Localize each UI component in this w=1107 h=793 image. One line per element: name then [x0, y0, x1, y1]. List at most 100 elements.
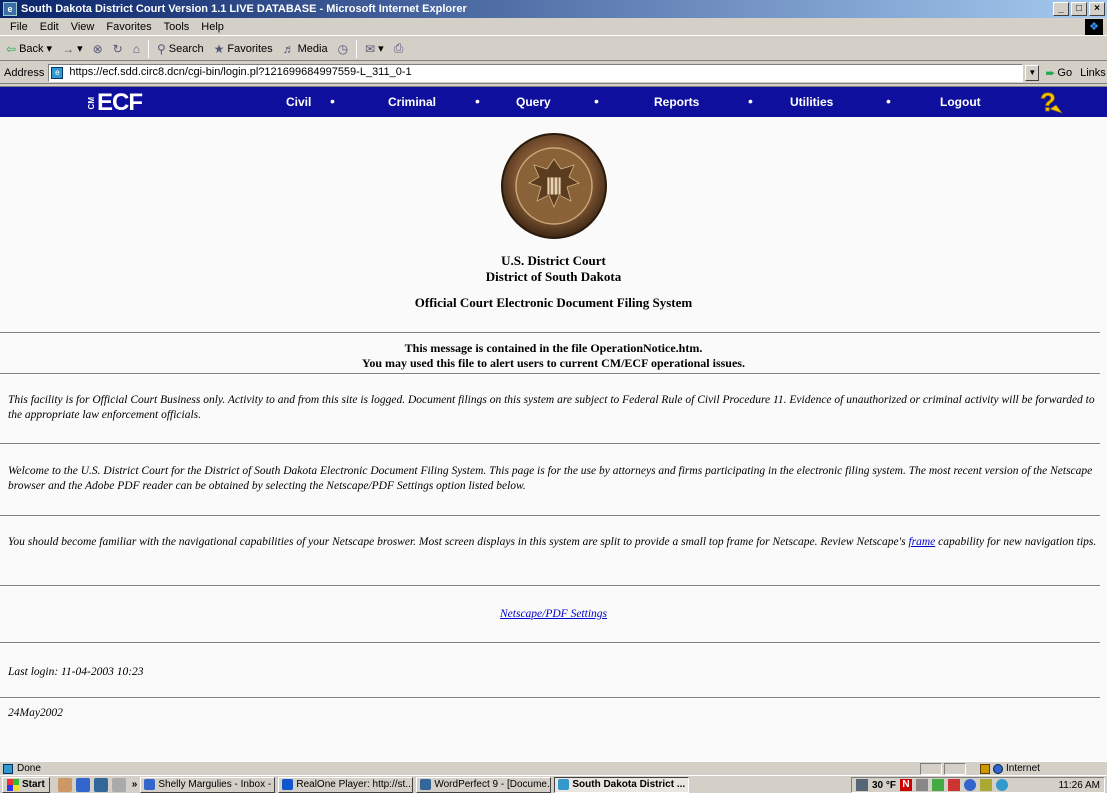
- close-button[interactable]: ×: [1089, 2, 1105, 16]
- folder-quicklaunch-icon[interactable]: [111, 777, 126, 792]
- show-desktop-icon[interactable]: [57, 777, 72, 792]
- browser-viewport: CM ECF Civil • Criminal • Query • Report…: [0, 86, 1107, 761]
- nav-civil[interactable]: Civil: [286, 95, 311, 109]
- taskbar-button-realone[interactable]: RealOne Player: http://st...: [278, 776, 414, 793]
- maximize-button[interactable]: □: [1071, 2, 1087, 16]
- taskbar-button-inbox[interactable]: Shelly Margulies - Inbox - ...: [140, 776, 276, 793]
- taskbar-button-wordperfect[interactable]: WordPerfect 9 - [Docume...: [416, 776, 552, 793]
- menu-edit[interactable]: Edit: [34, 21, 65, 33]
- menu-favorites[interactable]: Favorites: [100, 21, 157, 33]
- logo-ecf: ECF: [97, 89, 143, 116]
- stop-button[interactable]: ⊗: [91, 42, 105, 56]
- frame-link[interactable]: frame: [908, 536, 935, 548]
- mail-icon: ✉: [365, 41, 376, 56]
- divider: [0, 642, 1100, 644]
- home-icon: ⌂: [132, 41, 140, 56]
- title-bar: e South Dakota District Court Version 1.…: [0, 0, 1107, 18]
- print-button[interactable]: ⎙: [392, 41, 406, 56]
- toolbar-separator: [356, 39, 358, 58]
- tray-app-icon[interactable]: [980, 779, 993, 791]
- browser-window: e South Dakota District Court Version 1.…: [0, 0, 1107, 793]
- menu-file[interactable]: File: [4, 21, 34, 33]
- media-button[interactable]: ♬ Media: [281, 42, 330, 56]
- ie-app-icon: e: [3, 2, 17, 16]
- realplayer-tray-icon[interactable]: [964, 779, 977, 791]
- weather-icon[interactable]: [856, 779, 868, 791]
- network-icon[interactable]: [932, 779, 945, 791]
- back-button[interactable]: ⇦ Back ▾: [4, 42, 54, 56]
- address-dropdown-button[interactable]: ▼: [1025, 64, 1040, 81]
- back-arrow-icon: ⇦: [6, 41, 17, 56]
- temperature: 30 °F: [872, 779, 897, 791]
- history-button[interactable]: ◷: [336, 42, 350, 56]
- ie-page-icon: [558, 779, 570, 790]
- links-button[interactable]: Links: [1080, 67, 1106, 79]
- zone-label: Internet: [1006, 763, 1040, 774]
- facility-notice: This facility is for Official Court Busi…: [8, 394, 1095, 421]
- nav-separator-dot: •: [748, 93, 753, 109]
- media-icon: ♬: [282, 41, 295, 56]
- nav-separator-dot: •: [594, 93, 599, 109]
- logo-cm: CM: [87, 96, 96, 110]
- clock[interactable]: 11:26 AM: [1058, 780, 1104, 791]
- security-zone: Internet: [980, 763, 1040, 774]
- nav-reports[interactable]: Reports: [654, 95, 699, 109]
- status-panel: [944, 763, 966, 775]
- ie-quicklaunch-icon[interactable]: [75, 777, 90, 792]
- history-icon: ◷: [337, 41, 349, 56]
- address-input[interactable]: https://ecf.sdd.circ8.dcn/cgi-bin/login.…: [48, 63, 1024, 82]
- favorites-icon: ★: [213, 41, 225, 56]
- nav-criminal[interactable]: Criminal: [388, 95, 436, 109]
- refresh-icon: ↻: [112, 41, 123, 56]
- court-seal-image: [501, 133, 607, 239]
- refresh-button[interactable]: ↻: [111, 42, 125, 56]
- menu-help[interactable]: Help: [195, 21, 230, 33]
- windows-logo-icon: [7, 778, 19, 791]
- home-button[interactable]: ⌂: [131, 42, 142, 56]
- notice-line-2: You may used this file to alert users to…: [362, 356, 745, 370]
- search-icon: ⚲: [156, 41, 166, 56]
- stop-icon: ⊗: [92, 41, 103, 56]
- last-login: Last login: 11-04-2003 10:23: [8, 666, 144, 678]
- window-title: South Dakota District Court Version 1.1 …: [21, 3, 467, 15]
- netscape-pdf-settings-link[interactable]: Netscape/PDF Settings: [500, 608, 607, 620]
- toolbar-separator: [147, 39, 149, 58]
- mail-button[interactable]: ✉ ▾: [363, 42, 386, 56]
- dropdown-icon: ▾: [378, 43, 384, 55]
- page-done-icon: [3, 763, 13, 774]
- dropdown-icon: ▾: [46, 43, 53, 55]
- nav-query[interactable]: Query: [516, 95, 551, 109]
- nav-separator-dot: •: [886, 93, 891, 109]
- help-icon[interactable]: ?: [1036, 89, 1064, 115]
- nav-utilities[interactable]: Utilities: [790, 95, 833, 109]
- quick-launch: [57, 777, 126, 792]
- start-button[interactable]: Start: [2, 776, 50, 793]
- search-button[interactable]: ⚲ Search: [155, 42, 206, 56]
- volume-icon[interactable]: [916, 779, 929, 791]
- status-bar: Done Internet: [0, 761, 1107, 775]
- cmecf-logo[interactable]: CM ECF: [87, 89, 143, 117]
- quick-launch-chevron[interactable]: »: [132, 779, 138, 790]
- navigation-paragraph: You should become familiar with the navi…: [8, 536, 1097, 548]
- wordperfect-quicklaunch-icon[interactable]: [93, 777, 108, 792]
- favorites-button[interactable]: ★ Favorites: [212, 42, 275, 56]
- status-text: Done: [17, 763, 41, 774]
- divider: [0, 585, 1100, 587]
- menu-view[interactable]: View: [65, 21, 101, 33]
- dropdown-icon: ▾: [77, 43, 83, 55]
- taskbar-button-south-dakota[interactable]: South Dakota District ...: [554, 776, 690, 793]
- nav-logout[interactable]: Logout: [940, 95, 981, 109]
- tray-globe-icon[interactable]: [996, 779, 1009, 791]
- wordperfect-icon: [420, 779, 432, 790]
- internet-globe-icon: [993, 763, 1003, 774]
- minimize-button[interactable]: _: [1053, 2, 1069, 16]
- windows-throbber-icon: ❖: [1085, 19, 1103, 35]
- menu-tools[interactable]: Tools: [158, 21, 196, 33]
- acrobat-tray-icon[interactable]: [948, 779, 961, 791]
- nav-separator-dot: •: [475, 93, 480, 109]
- go-button[interactable]: ➨ Go: [1045, 66, 1072, 80]
- antivirus-icon[interactable]: N: [900, 779, 913, 791]
- address-label: Address: [4, 66, 45, 79]
- ecf-nav-banner: CM ECF Civil • Criminal • Query • Report…: [0, 87, 1107, 117]
- forward-button[interactable]: → ▾: [60, 42, 85, 56]
